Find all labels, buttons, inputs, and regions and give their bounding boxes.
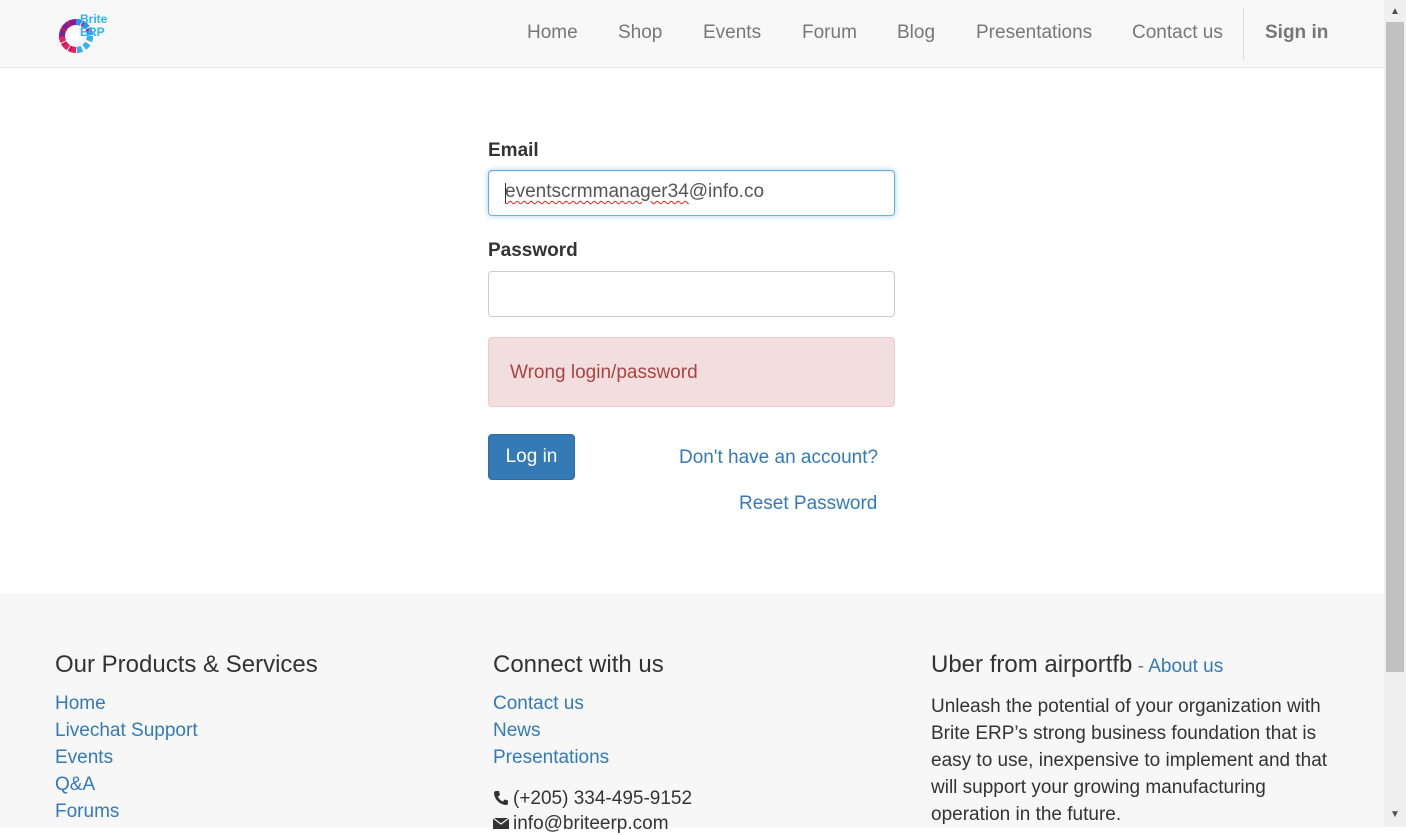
- error-message: Wrong login/password: [510, 362, 698, 383]
- password-field[interactable]: [488, 271, 895, 317]
- nav-divider: [1243, 7, 1244, 61]
- brite-erp-logo[interactable]: Brite ERP: [57, 13, 109, 55]
- scrollbar-thumb[interactable]: [1386, 22, 1404, 672]
- phone-icon: [494, 791, 508, 805]
- envelope-icon: [493, 817, 509, 829]
- about-text: Unleash the potential of your organizati…: [931, 696, 1328, 825]
- nav-presentations[interactable]: Presentations: [976, 22, 1092, 44]
- signup-link[interactable]: Don't have an account?: [679, 447, 878, 469]
- phone-number: (+205) 334-495-9152: [513, 788, 693, 809]
- text-caret: [505, 183, 506, 203]
- footer-link-qa[interactable]: Q&A: [55, 774, 95, 796]
- about-us-link[interactable]: About us: [1148, 656, 1223, 677]
- login-error-alert: Wrong login/password: [488, 337, 895, 407]
- footer-link-events[interactable]: Events: [55, 747, 113, 769]
- nav-contact-us[interactable]: Contact us: [1132, 22, 1223, 44]
- scroll-down-arrow-icon[interactable]: ▼: [1384, 805, 1406, 825]
- top-navbar: Brite ERP Home Shop Events Forum Blog Pr…: [0, 0, 1384, 68]
- email-address: info@briteerp.com: [513, 813, 669, 834]
- login-button[interactable]: Log in: [488, 434, 575, 480]
- password-label: Password: [488, 240, 578, 261]
- reset-password-link[interactable]: Reset Password: [739, 493, 877, 515]
- nav-forum[interactable]: Forum: [802, 22, 857, 44]
- footer-email: info@briteerp.com: [493, 813, 669, 835]
- footer-link-forums[interactable]: Forums: [55, 801, 119, 823]
- logo-text: Brite ERP: [80, 12, 108, 39]
- footer-phone: (+205) 334-495-9152: [493, 788, 692, 810]
- email-misspelled-part: eventscrmmanager34: [505, 181, 689, 202]
- about-separator: -: [1132, 656, 1149, 677]
- products-heading: Our Products & Services: [55, 651, 318, 678]
- about-heading: Uber from airportfb - About us: [931, 651, 1223, 679]
- footer-link-home[interactable]: Home: [55, 693, 106, 715]
- email-label: Email: [488, 140, 539, 161]
- about-heading-title: Uber from airportfb: [931, 651, 1133, 678]
- footer-link-livechat[interactable]: Livechat Support: [55, 720, 198, 742]
- footer: Our Products & Services Home Livechat Su…: [0, 593, 1384, 834]
- nav-events[interactable]: Events: [703, 22, 761, 44]
- email-field-value: eventscrmmanager34@info.co: [505, 181, 764, 203]
- nav-blog[interactable]: Blog: [897, 22, 935, 44]
- email-rest-part: @info.co: [688, 181, 765, 202]
- nav-shop[interactable]: Shop: [618, 22, 662, 44]
- footer-link-contact[interactable]: Contact us: [493, 693, 584, 715]
- scroll-up-arrow-icon[interactable]: ▲: [1384, 2, 1406, 22]
- vertical-scrollbar[interactable]: ▲ ▼: [1384, 0, 1406, 827]
- footer-link-news[interactable]: News: [493, 720, 541, 742]
- connect-heading: Connect with us: [493, 651, 664, 678]
- nav-sign-in[interactable]: Sign in: [1265, 22, 1328, 44]
- nav-home[interactable]: Home: [527, 22, 578, 44]
- footer-link-presentations[interactable]: Presentations: [493, 747, 609, 769]
